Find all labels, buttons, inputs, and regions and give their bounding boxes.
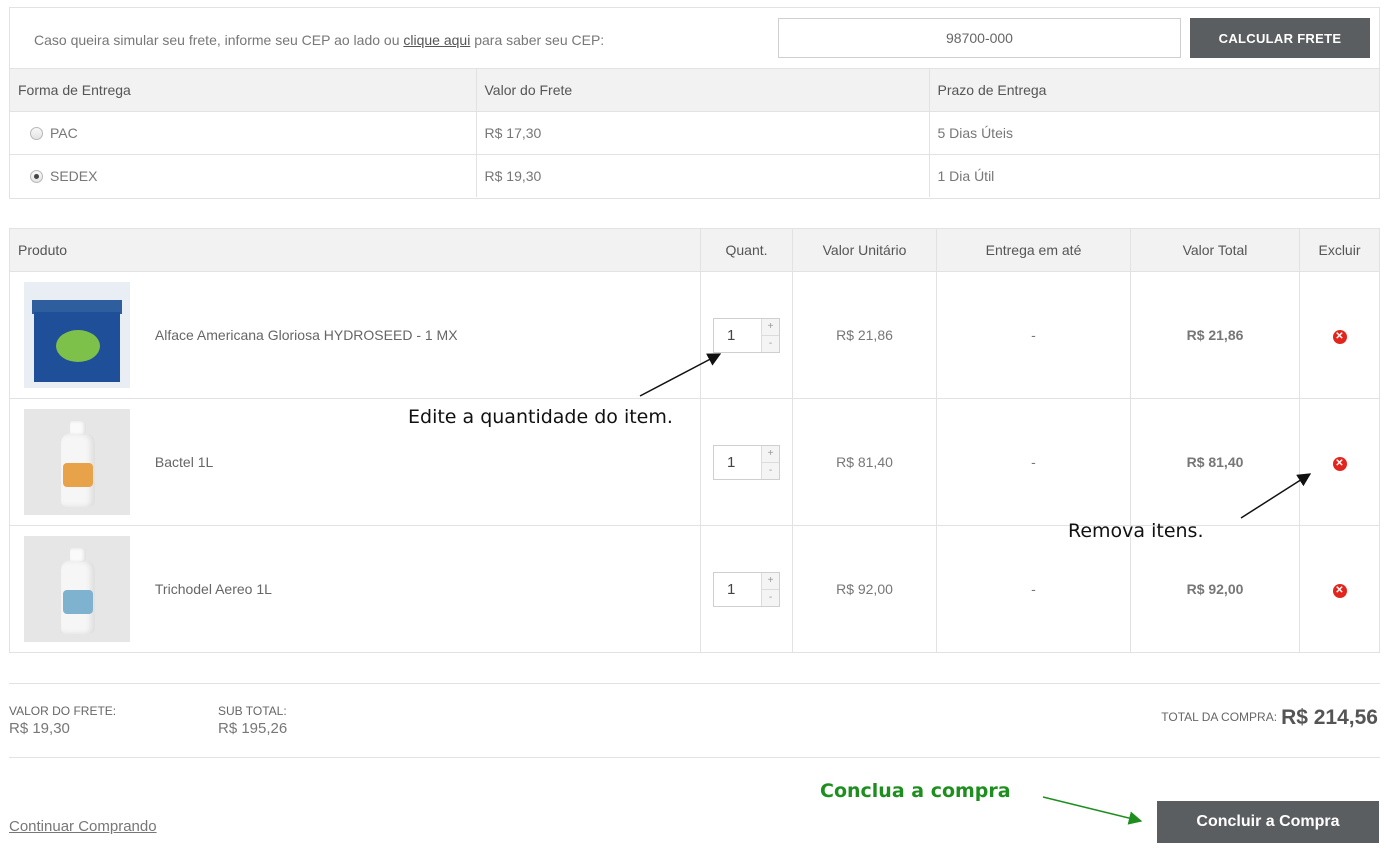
annotation-remove-items: Remova itens. xyxy=(1068,520,1204,542)
total-value: R$ 214,56 xyxy=(1281,706,1378,729)
shipping-deadline: 5 Dias Úteis xyxy=(928,111,1379,155)
shipping-price: R$ 19,30 xyxy=(475,154,929,197)
delivery-time: - xyxy=(936,271,1131,399)
cep-input[interactable] xyxy=(778,18,1181,58)
remove-cell: ✕ xyxy=(1299,525,1380,653)
shipping-simulator: Caso queira simular seu frete, informe s… xyxy=(9,7,1380,199)
quantity-input[interactable] xyxy=(714,318,761,352)
shipping-option-sedex[interactable]: SEDEX R$ 19,30 1 Dia Útil xyxy=(10,154,1379,197)
header-product: Produto xyxy=(9,228,701,272)
pac-radio[interactable] xyxy=(30,126,43,140)
header-delivery-time: Prazo de Entrega xyxy=(928,69,1379,112)
cart-row: Trichodel Aereo 1L +- R$ 92,00 - R$ 92,0… xyxy=(9,525,1380,653)
cep-prompt-text: Caso queira simular seu frete, informe s… xyxy=(34,32,404,48)
product-name[interactable]: Trichodel Aereo 1L xyxy=(155,581,272,597)
annotation-edit-qty: Edite a quantidade do item. xyxy=(408,406,673,428)
unit-price: R$ 21,86 xyxy=(792,271,937,399)
shipping-option-pac[interactable]: PAC R$ 17,30 5 Dias Úteis xyxy=(10,111,1379,155)
qty-decrease-button[interactable]: - xyxy=(762,588,779,606)
total-label: TOTAL DA COMPRA: xyxy=(1161,710,1278,724)
quantity-input[interactable] xyxy=(714,445,761,479)
continue-shopping-link[interactable]: Continuar Comprando xyxy=(9,818,157,835)
summary-divider-top xyxy=(9,683,1380,684)
item-total: R$ 92,00 xyxy=(1130,525,1300,653)
subtotal-label: SUB TOTAL: xyxy=(218,704,287,718)
delivery-time: - xyxy=(936,525,1131,653)
shipping-options-table: Forma de Entrega Valor do Frete Prazo de… xyxy=(10,69,1379,197)
qty-decrease-button[interactable]: - xyxy=(762,334,779,352)
quantity-stepper[interactable]: +- xyxy=(713,444,780,480)
header-remove: Excluir xyxy=(1299,228,1380,272)
cart-row: Bactel 1L +- R$ 81,40 - R$ 81,40 ✕ xyxy=(9,398,1380,526)
quantity-input[interactable] xyxy=(714,572,761,606)
qty-increase-button[interactable]: + xyxy=(762,318,779,335)
qty-increase-button[interactable]: + xyxy=(762,572,779,589)
freight-value: R$ 19,30 xyxy=(9,720,70,737)
cart-table: Produto Quant. Valor Unitário Entrega em… xyxy=(9,228,1380,653)
qty-cell: +- xyxy=(700,525,793,653)
header-qty: Quant. xyxy=(700,228,793,272)
shipping-method-cell[interactable]: SEDEX xyxy=(10,154,476,197)
remove-cell: ✕ xyxy=(1299,271,1380,399)
shipping-method-label: SEDEX xyxy=(50,167,98,184)
remove-cell: ✕ xyxy=(1299,398,1380,526)
qty-cell: +- xyxy=(700,271,793,399)
calculate-freight-button[interactable]: CALCULAR FRETE xyxy=(1190,18,1370,58)
order-total: TOTAL DA COMPRA: R$ 214,56 xyxy=(1161,706,1378,730)
cep-prompt: Caso queira simular seu frete, informe s… xyxy=(34,32,604,48)
remove-item-icon[interactable]: ✕ xyxy=(1332,584,1347,598)
shipping-header-row: Forma de Entrega Valor do Frete Prazo de… xyxy=(10,69,1379,112)
summary-divider-bottom xyxy=(9,757,1380,758)
quantity-stepper[interactable]: +- xyxy=(713,317,780,353)
qty-increase-button[interactable]: + xyxy=(762,445,779,462)
item-total: R$ 21,86 xyxy=(1130,271,1300,399)
header-freight-value: Valor do Frete xyxy=(475,69,929,112)
qty-cell: +- xyxy=(700,398,793,526)
bottle-image[interactable] xyxy=(24,409,130,515)
delivery-time: - xyxy=(936,398,1131,526)
cep-bar: Caso queira simular seu frete, informe s… xyxy=(10,8,1379,69)
bottle-image[interactable] xyxy=(24,536,130,642)
header-delivery-method: Forma de Entrega xyxy=(10,69,476,112)
remove-item-icon[interactable]: ✕ xyxy=(1332,330,1347,344)
unit-price: R$ 81,40 xyxy=(792,398,937,526)
item-total: R$ 81,40 xyxy=(1130,398,1300,526)
sedex-radio[interactable] xyxy=(30,169,43,183)
find-cep-link[interactable]: clique aqui xyxy=(403,32,470,48)
remove-item-icon[interactable]: ✕ xyxy=(1332,457,1347,471)
header-total: Valor Total xyxy=(1130,228,1300,272)
annotation-finish: Conclua a compra xyxy=(820,780,1011,802)
cep-prompt-text-end: para saber seu CEP: xyxy=(470,32,605,48)
quantity-stepper[interactable]: +- xyxy=(713,571,780,607)
qty-decrease-button[interactable]: - xyxy=(762,461,779,479)
shipping-deadline: 1 Dia Útil xyxy=(928,154,1379,197)
header-delivery: Entrega em até xyxy=(936,228,1131,272)
finish-arrow xyxy=(1042,796,1143,825)
product-name[interactable]: Alface Americana Gloriosa HYDROSEED - 1 … xyxy=(155,327,458,343)
finish-purchase-button[interactable]: Concluir a Compra xyxy=(1157,801,1379,843)
product-cell: Trichodel Aereo 1L xyxy=(9,525,701,653)
unit-price: R$ 92,00 xyxy=(792,525,937,653)
shipping-method-cell[interactable]: PAC xyxy=(10,111,476,155)
product-cell: Alface Americana Gloriosa HYDROSEED - 1 … xyxy=(9,271,701,399)
freight-label: VALOR DO FRETE: xyxy=(9,704,117,718)
shipping-method-label: PAC xyxy=(50,124,78,141)
header-unit-price: Valor Unitário xyxy=(792,228,937,272)
cart-row: Alface Americana Gloriosa HYDROSEED - 1 … xyxy=(9,271,1380,399)
subtotal-value: R$ 195,26 xyxy=(218,720,288,737)
seed-packet-image[interactable] xyxy=(24,282,130,388)
shipping-price: R$ 17,30 xyxy=(475,111,929,155)
product-name[interactable]: Bactel 1L xyxy=(155,454,213,470)
cart-header-row: Produto Quant. Valor Unitário Entrega em… xyxy=(9,228,1380,272)
